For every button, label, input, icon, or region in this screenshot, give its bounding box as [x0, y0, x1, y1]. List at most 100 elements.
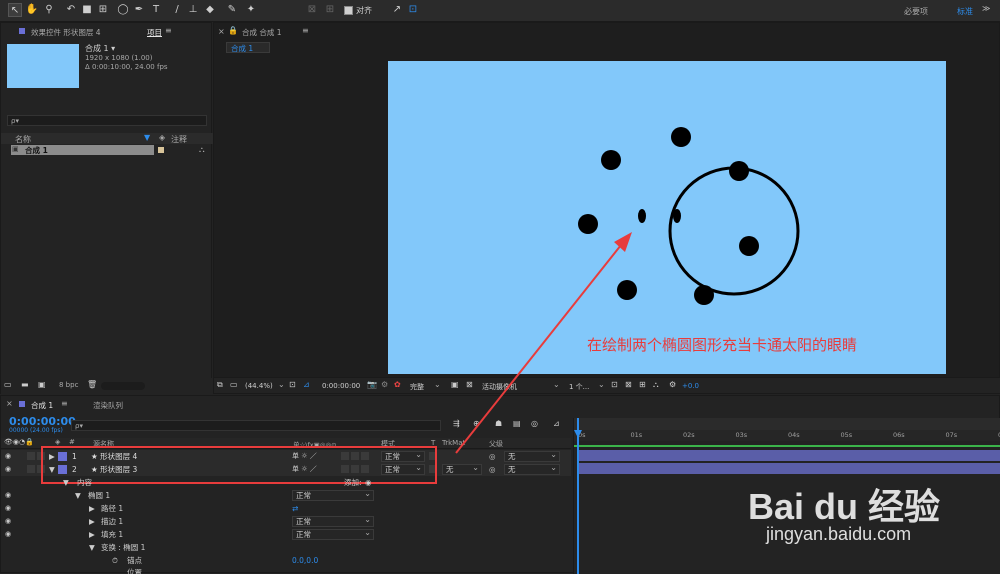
- collapse-icon[interactable]: ▼: [89, 541, 95, 554]
- views-select[interactable]: 1 个...: [569, 382, 589, 392]
- show-snapshot-icon[interactable]: ⚙: [381, 380, 388, 389]
- monitor-icon[interactable]: ▭: [230, 380, 238, 389]
- comp-panel-menu-icon[interactable]: ≡: [302, 26, 309, 35]
- toggle-pixel-icon[interactable]: ⊡: [611, 380, 618, 389]
- snap-grid-icon[interactable]: ⊞: [323, 3, 337, 17]
- parent-select[interactable]: 无: [504, 463, 560, 475]
- sort-icon[interactable]: ▼: [144, 133, 150, 142]
- pickwhip-icon[interactable]: ◎: [489, 463, 496, 476]
- channel-icon[interactable]: ✿: [394, 380, 401, 389]
- trash-icon[interactable]: 🗑: [87, 380, 97, 389]
- tab-composition[interactable]: 合成 合成 1: [242, 27, 282, 38]
- path-direction-icon[interactable]: ⇄: [292, 502, 298, 515]
- column-name[interactable]: 名称: [15, 134, 31, 145]
- expand-icon[interactable]: ▶: [89, 515, 95, 528]
- property-row-contents[interactable]: ▼ 内容 添加: ◉: [1, 476, 571, 489]
- property-row-transform[interactable]: ▼ 变换 : 椭圆 1: [1, 541, 571, 554]
- pickwhip-icon[interactable]: ◎: [489, 450, 496, 463]
- camera-tool-icon[interactable]: ■: [80, 3, 94, 17]
- exposure-icon[interactable]: ⚙: [669, 380, 676, 389]
- world-axis-icon[interactable]: ⊡: [406, 3, 420, 17]
- selection-tool-icon[interactable]: ↖: [8, 3, 22, 17]
- zoom-dropdown-icon[interactable]: ⌄: [278, 380, 285, 389]
- fit-icon[interactable]: ⊡: [289, 380, 296, 389]
- workspace-menu-icon[interactable]: ≫: [982, 4, 990, 13]
- transparency-grid-icon[interactable]: ⊠: [466, 380, 473, 389]
- column-trkmat[interactable]: TrkMat: [442, 439, 465, 447]
- work-area-bar[interactable]: [574, 418, 1000, 430]
- column-comment[interactable]: 注释: [171, 134, 187, 145]
- comp-mini-flowchart-icon[interactable]: ⇶: [453, 419, 460, 428]
- flowchart-view-icon[interactable]: ⛬: [653, 380, 659, 390]
- collapse-icon[interactable]: ▼: [63, 476, 69, 489]
- align-checkbox[interactable]: [344, 6, 353, 15]
- fast-previews-icon[interactable]: ⊠: [625, 380, 632, 389]
- tab-render-queue[interactable]: 渲染队列: [93, 400, 123, 411]
- always-preview-icon[interactable]: ⧉: [217, 380, 223, 390]
- layer-duration-bar[interactable]: [578, 450, 1000, 461]
- tab-timeline-comp[interactable]: 合成 1: [31, 400, 53, 411]
- tab-effect-controls[interactable]: 效果控件 形状图层 4: [31, 27, 101, 38]
- trkmat-select[interactable]: 无: [442, 463, 482, 475]
- expand-icon[interactable]: ▶: [89, 502, 95, 515]
- tab-project[interactable]: 项目: [147, 27, 162, 38]
- zoom-tool-icon[interactable]: ⚲: [42, 3, 56, 17]
- axis-tool-icon[interactable]: ↗: [390, 3, 404, 17]
- motion-blur-icon[interactable]: ◎: [531, 419, 538, 428]
- resolution-dropdown-icon[interactable]: ⌄: [434, 380, 441, 389]
- ellipse-tool-icon[interactable]: ◯: [116, 3, 130, 17]
- mask-visibility-icon[interactable]: ⊿: [303, 380, 310, 389]
- property-row-ellipse[interactable]: ◉ ▼ 椭圆 1 正常: [1, 489, 571, 502]
- shy-layers-icon[interactable]: ☗: [495, 419, 502, 428]
- ellipse-blend-mode-select[interactable]: 正常: [292, 489, 374, 501]
- frame-blending-icon[interactable]: ▤: [513, 419, 521, 428]
- region-of-interest-icon[interactable]: ▣: [451, 380, 459, 389]
- snapshot-icon[interactable]: 📷: [367, 380, 377, 389]
- workspace-standard[interactable]: 标准: [957, 6, 973, 17]
- eye-icon[interactable]: ◉: [5, 517, 11, 525]
- hand-tool-icon[interactable]: ✋: [25, 3, 39, 17]
- interpret-footage-icon[interactable]: ▭: [4, 380, 12, 389]
- new-folder-icon[interactable]: ▬: [21, 380, 29, 389]
- timeline-search-input[interactable]: ρ▾: [71, 420, 441, 431]
- stroke-blend-mode-select[interactable]: 正常: [292, 515, 374, 527]
- pen-tool-icon[interactable]: ✒: [132, 3, 146, 17]
- eraser-tool-icon[interactable]: ◆: [203, 3, 217, 17]
- resolution-select[interactable]: 完整: [410, 382, 424, 392]
- property-row-stroke[interactable]: ◉ ▶ 描边 1 正常: [1, 515, 571, 528]
- thumbnail-slider[interactable]: [101, 382, 145, 390]
- roto-brush-tool-icon[interactable]: ✎: [225, 3, 239, 17]
- timeline-menu-icon[interactable]: ≡: [61, 399, 68, 408]
- time-ruler[interactable]: 0s01s02s03s04s05s06s07s08s: [574, 430, 1000, 441]
- column-parent[interactable]: 父级: [489, 439, 503, 449]
- camera-select[interactable]: 活动摄像机: [482, 382, 517, 392]
- text-tool-icon[interactable]: T: [149, 3, 163, 17]
- rotate-tool-icon[interactable]: ↶: [64, 3, 78, 17]
- playhead[interactable]: [577, 418, 579, 574]
- close-timeline-tab-icon[interactable]: ×: [6, 399, 13, 408]
- eye-icon[interactable]: ◉: [5, 452, 11, 460]
- zoom-level[interactable]: (44.4%): [245, 382, 273, 390]
- add-label[interactable]: 添加:: [344, 476, 362, 489]
- draft-3d-icon[interactable]: ⊕: [473, 419, 480, 428]
- parent-select[interactable]: 无: [504, 450, 560, 462]
- solo-switch[interactable]: [27, 465, 35, 473]
- flowchart-icon[interactable]: ⛬: [199, 145, 205, 155]
- eye-icon[interactable]: ◉: [5, 491, 11, 499]
- puppet-tool-icon[interactable]: ✦: [244, 3, 258, 17]
- collapse-icon[interactable]: ▼: [75, 489, 81, 502]
- brush-tool-icon[interactable]: /: [170, 3, 184, 17]
- timeline-icon[interactable]: ⊞: [639, 380, 646, 389]
- views-dropdown-icon[interactable]: ⌄: [598, 380, 605, 389]
- lock-icon[interactable]: 🔒: [228, 26, 238, 35]
- item-label-color[interactable]: [158, 147, 164, 153]
- property-row-path[interactable]: ◉ ▶ 路径 1 ⇄: [1, 502, 571, 515]
- bpc-label[interactable]: 8 bpc: [59, 381, 78, 389]
- comp-subtab[interactable]: 合成 1: [226, 42, 270, 53]
- composition-canvas[interactable]: 在绘制两个椭圆图形充当卡通太阳的眼睛: [388, 61, 946, 374]
- project-search-input[interactable]: ρ▾: [7, 115, 207, 126]
- new-comp-icon[interactable]: ▣: [38, 380, 46, 389]
- add-button-icon[interactable]: ◉: [365, 476, 372, 489]
- close-tab-icon[interactable]: ×: [218, 27, 225, 36]
- property-row-fill[interactable]: ◉ ▶ 填充 1 正常: [1, 528, 571, 541]
